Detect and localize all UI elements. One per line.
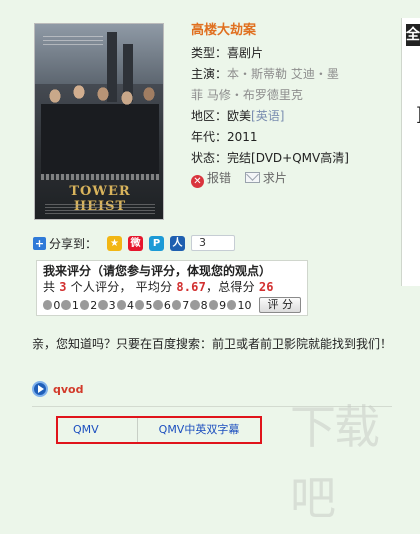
- cast-row: 主演：本・斯蒂勒 艾迪・墨: [191, 65, 391, 86]
- type-label: 类型：: [191, 46, 228, 60]
- tencent-weibo-icon[interactable]: P: [149, 235, 165, 251]
- weibo-icon[interactable]: 微: [128, 235, 144, 251]
- rating-option-label: 6: [163, 298, 171, 312]
- rating-mid2: ，总得分: [206, 280, 255, 294]
- rating-box: 我来评分（请您参与评分，体现您的观点） 共 3 个人评分， 平均分 8.67，总…: [36, 260, 308, 316]
- play-links: QMV QMV中英双字幕: [56, 416, 262, 444]
- play-link-qmv[interactable]: QMV: [58, 418, 138, 442]
- rating-radio[interactable]: [43, 300, 53, 310]
- type-value: 喜剧片: [227, 46, 264, 60]
- rating-option-label: 2: [90, 298, 98, 312]
- movie-poster: TOWER HEIST: [34, 23, 164, 220]
- play-link-qmv-bilingual[interactable]: QMV中英双字幕: [138, 418, 260, 442]
- rating-total: 26: [258, 280, 274, 294]
- poster-people: [41, 82, 159, 174]
- rating-option-label: 10: [237, 298, 252, 312]
- rating-count: 3: [59, 280, 67, 294]
- rating-option-label: 0: [53, 298, 61, 312]
- rating-radio[interactable]: [153, 300, 163, 310]
- rating-prefix: 共: [43, 280, 56, 294]
- year-label: 年代：: [191, 130, 228, 144]
- right-panel-tab[interactable]: 全: [406, 24, 420, 46]
- rating-radio[interactable]: [98, 300, 108, 310]
- region-label: 地区：: [191, 109, 228, 123]
- region-language-link[interactable]: [英语]: [251, 109, 284, 123]
- qvod-player-icon: [32, 381, 48, 397]
- status-value: 完结[DVD+QMV高清]: [227, 151, 349, 165]
- right-panel-text: I: [416, 104, 420, 129]
- right-side-panel: 全 I: [401, 18, 420, 286]
- movie-info: 高楼大劫案 类型：喜剧片 主演：本・斯蒂勒 艾迪・墨 菲 马修・布罗德里克 地区…: [191, 22, 391, 191]
- rating-stats: 共 3 个人评分， 平均分 8.67，总得分 26: [43, 279, 301, 295]
- year-value: 2011: [227, 130, 258, 144]
- share-label: 分享到：: [49, 236, 98, 251]
- poster-sky: [35, 24, 163, 84]
- rating-average: 8.67: [176, 280, 207, 294]
- rating-option-label: 1: [71, 298, 79, 312]
- cast-label: 主演：: [191, 67, 228, 81]
- request-movie-label: 求片: [262, 171, 287, 185]
- qzone-icon[interactable]: ★: [107, 235, 123, 251]
- share-bar: + 分享到： ★ 微 P 人 3: [33, 234, 236, 252]
- type-row: 类型：喜剧片: [191, 44, 391, 65]
- rating-radio[interactable]: [190, 300, 200, 310]
- rating-mid1: 个人评分， 平均分: [70, 280, 173, 294]
- rating-radio[interactable]: [79, 300, 90, 310]
- poster-credits: [45, 204, 155, 214]
- year-row: 年代：2011: [191, 128, 391, 149]
- rating-scale: 0 1 2 3 4 5 6 7 8 9 10 评 分: [43, 296, 301, 314]
- share-plus-icon[interactable]: +: [33, 236, 46, 250]
- status-row: 状态：完结[DVD+QMV高清]: [191, 149, 391, 170]
- rating-radio[interactable]: [61, 300, 71, 310]
- poster-tagline: [41, 174, 159, 180]
- player-source: qvod: [32, 381, 83, 397]
- site-watermark: 下载吧: [290, 400, 380, 525]
- rating-option-label: 7: [182, 298, 190, 312]
- movie-title: 高楼大劫案: [191, 23, 257, 38]
- region-row: 地区：欧美[英语]: [191, 107, 391, 128]
- rating-option-label: 3: [108, 298, 116, 312]
- player-name: qvod: [53, 382, 84, 396]
- rating-radio[interactable]: [135, 300, 145, 310]
- renren-icon[interactable]: 人: [170, 235, 186, 251]
- search-tip: 亲，您知道吗？只要在百度搜索：前卫或者前卫影院就能找到我们！: [32, 337, 393, 351]
- cast-value-line1[interactable]: 本・斯蒂勒 艾迪・墨: [227, 67, 339, 81]
- rating-option-label: 4: [127, 298, 135, 312]
- rating-radio[interactable]: [116, 300, 127, 310]
- mail-icon: [244, 172, 260, 183]
- report-error-button[interactable]: ✕ 报错: [191, 171, 232, 188]
- rating-option-label: 8: [200, 298, 208, 312]
- rating-radio[interactable]: [208, 300, 219, 310]
- region-value: 欧美: [227, 109, 252, 123]
- movie-actions: ✕ 报错 求片: [191, 169, 391, 191]
- cast-value-line2[interactable]: 菲 马修・布罗德里克: [191, 86, 391, 107]
- share-count: 3: [191, 235, 236, 251]
- report-error-label: 报错: [207, 171, 232, 185]
- poster-cast-text: [43, 36, 103, 48]
- request-movie-button[interactable]: 求片: [235, 171, 287, 185]
- error-icon: ✕: [191, 175, 204, 188]
- rating-option-label: 5: [145, 298, 153, 312]
- submit-rating-button[interactable]: 评 分: [259, 297, 301, 313]
- rating-radio[interactable]: [227, 300, 237, 310]
- status-label: 状态：: [191, 151, 228, 165]
- rating-title: 我来评分（请您参与评分，体现您的观点）: [43, 264, 272, 278]
- rating-option-label: 9: [219, 298, 227, 312]
- rating-radio[interactable]: [171, 300, 182, 310]
